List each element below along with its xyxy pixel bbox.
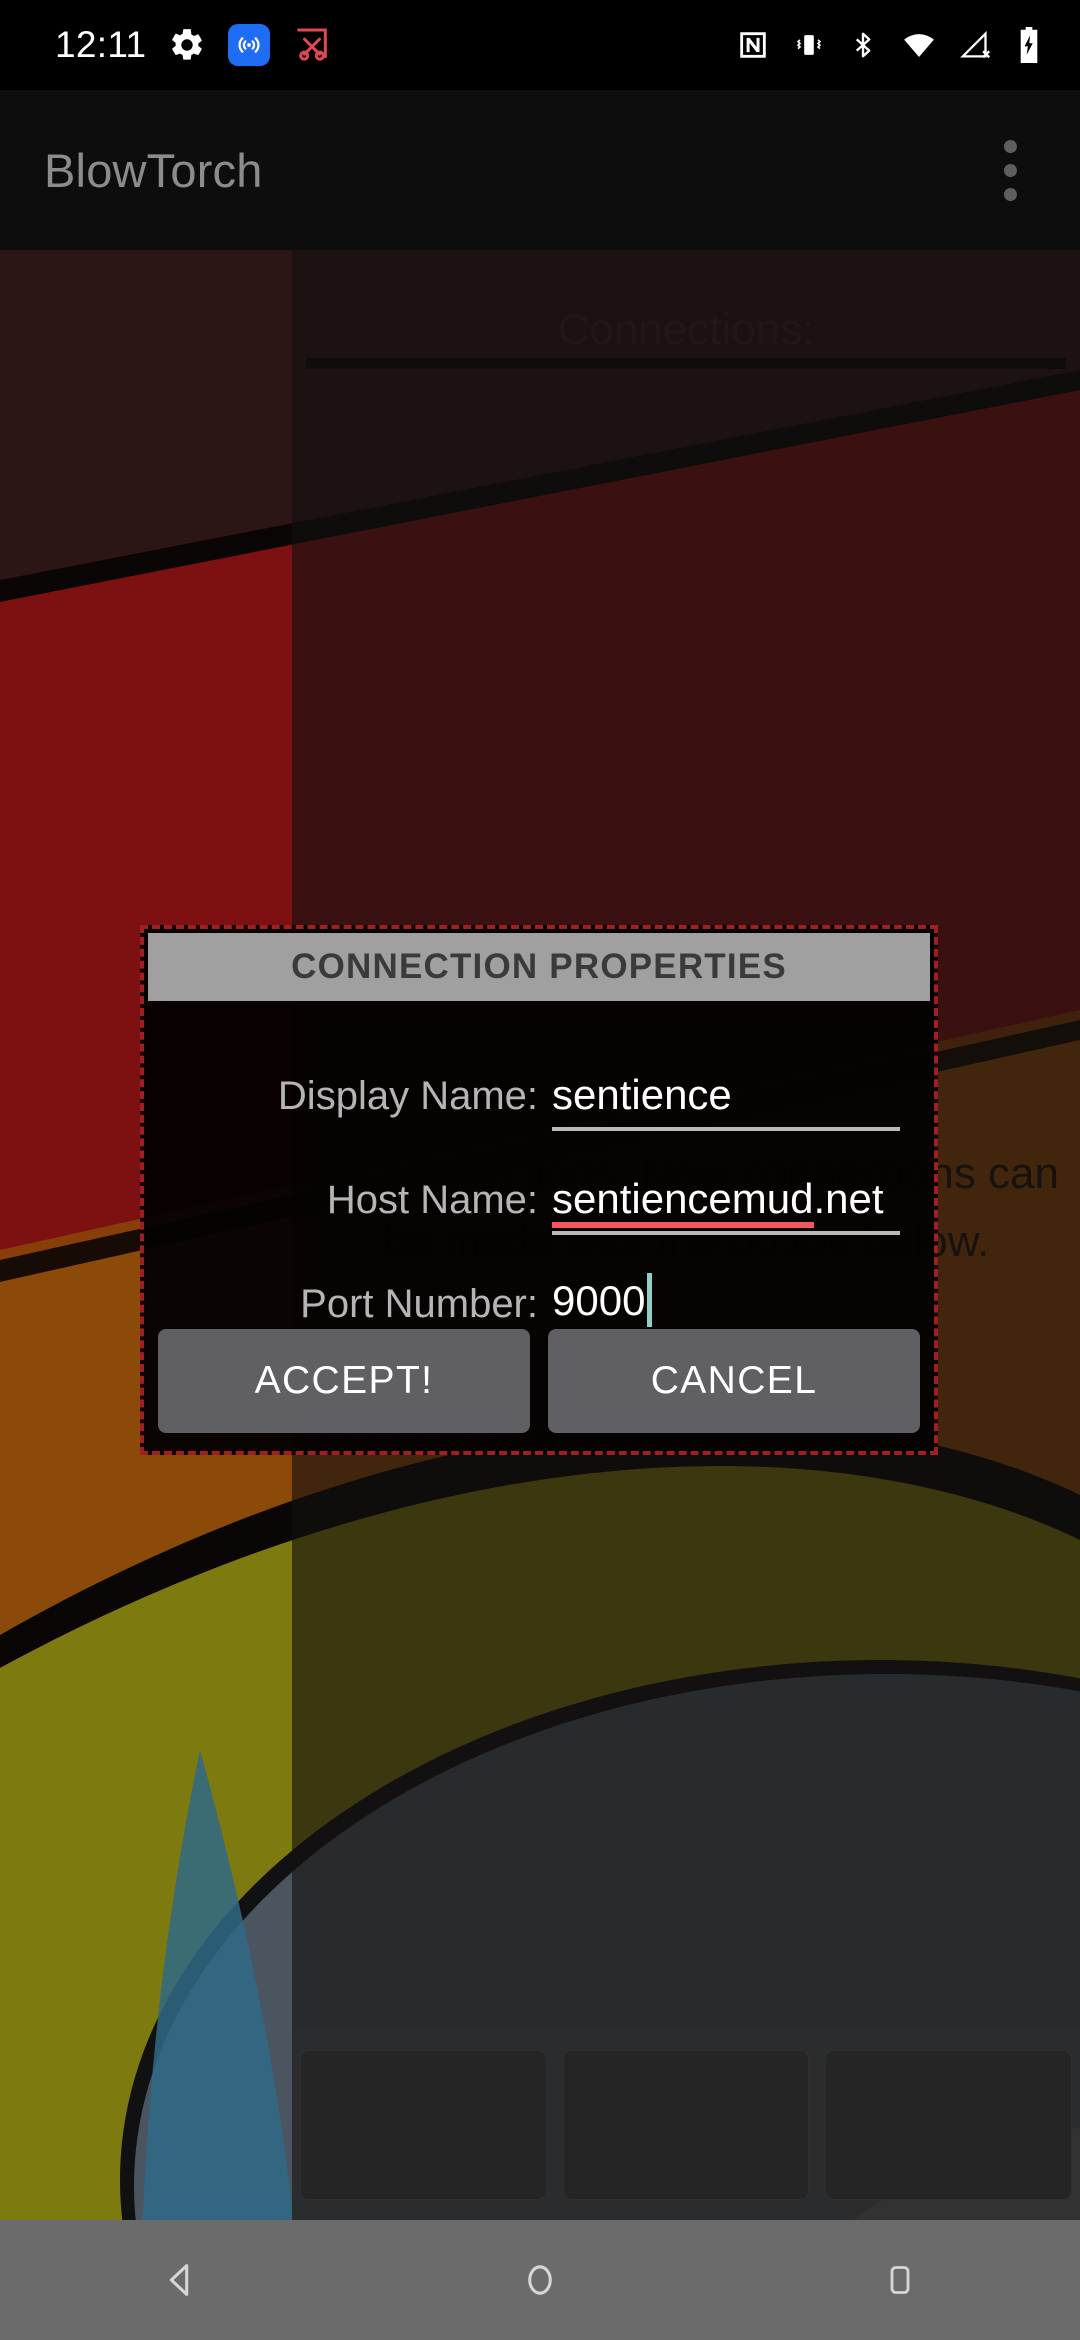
host-name-misspelled-part: sentiencemud <box>552 1175 814 1228</box>
connection-properties-dialog: CONNECTION PROPERTIES Display Name: sent… <box>140 925 938 1455</box>
vibrate-icon <box>792 28 826 62</box>
status-bar-left: 12:11 <box>0 24 332 66</box>
page-title: Connections: <box>557 305 815 354</box>
status-bar: 12:11 <box>0 0 1080 90</box>
port-number-value: 9000 <box>552 1277 646 1324</box>
bottom-action-bar <box>292 2030 1080 2220</box>
phone-screen: Connections: No connections. New connect… <box>0 0 1080 2340</box>
display-name-input[interactable]: sentience <box>552 1071 908 1133</box>
host-name-input[interactable]: sentiencemud.net <box>552 1175 908 1237</box>
app-title: BlowTorch <box>44 143 263 197</box>
display-name-label: Display Name: <box>277 1074 538 1118</box>
text-cursor <box>647 1273 653 1327</box>
android-nav-bar <box>0 2220 1080 2340</box>
cast-icon <box>228 24 271 66</box>
nav-back-button[interactable] <box>90 2220 270 2340</box>
gear-icon <box>168 26 206 64</box>
host-name-tld-part: .net <box>813 1175 884 1222</box>
nav-recents-button[interactable] <box>810 2220 990 2340</box>
app-bar: BlowTorch <box>0 90 1080 250</box>
status-bar-right <box>736 27 1080 63</box>
host-name-value: sentiencemud.net <box>552 1175 884 1228</box>
display-name-value: sentience <box>552 1071 732 1118</box>
dialog-button-row: ACCEPT! CANCEL <box>144 1329 934 1433</box>
cellular-off-icon <box>960 28 994 62</box>
field-row-host-name: Host Name: sentiencemud.net <box>152 1133 908 1237</box>
cancel-button[interactable]: CANCEL <box>548 1329 920 1433</box>
status-clock: 12:11 <box>55 24 147 65</box>
nfc-icon <box>736 28 770 62</box>
nav-home-button[interactable] <box>450 2220 630 2340</box>
overflow-menu-icon[interactable] <box>980 125 1040 215</box>
wifi-icon <box>900 28 938 62</box>
bottom-button-3[interactable] <box>825 2050 1073 2200</box>
bottom-button-1[interactable] <box>300 2050 547 2200</box>
bluetooth-icon <box>848 28 878 62</box>
accept-button[interactable]: ACCEPT! <box>158 1329 530 1433</box>
bottom-button-2[interactable] <box>562 2050 810 2200</box>
battery-charging-icon <box>1016 27 1042 63</box>
scissors-icon <box>292 25 332 65</box>
host-name-label: Host Name: <box>326 1178 538 1222</box>
display-name-underline <box>552 1127 900 1131</box>
host-name-underline <box>552 1231 900 1235</box>
field-row-port-number: Port Number: 9000 <box>152 1237 908 1341</box>
title-divider <box>306 358 1066 369</box>
field-row-display-name: Display Name: sentience <box>152 1029 908 1133</box>
dialog-fields: Display Name: sentience Host Name: senti… <box>144 1005 934 1341</box>
dialog-title: CONNECTION PROPERTIES <box>148 933 930 1001</box>
